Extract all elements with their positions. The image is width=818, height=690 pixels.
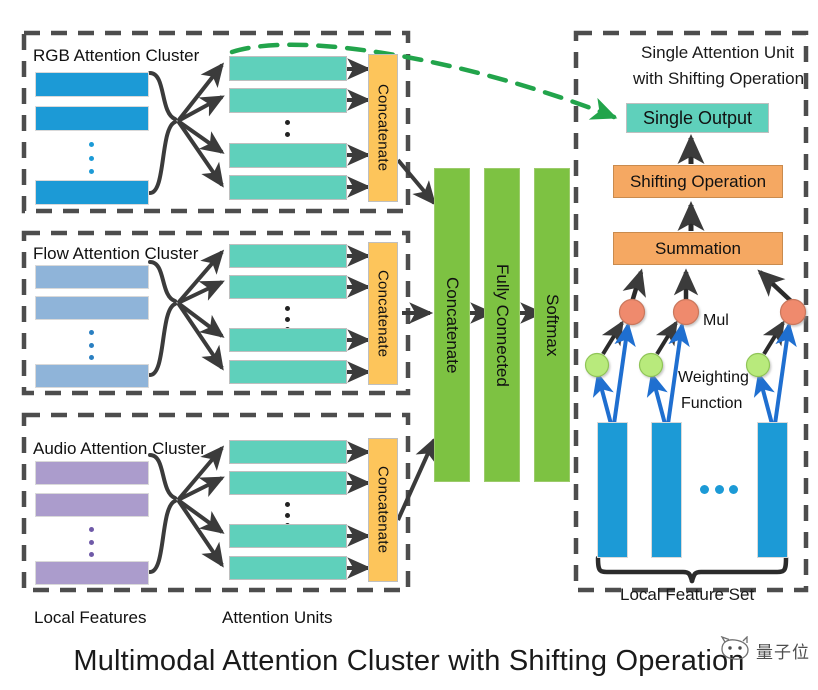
weight-to-mul-arrows bbox=[601, 320, 785, 356]
local-feature-bar bbox=[651, 422, 682, 558]
audio-attention-unit bbox=[229, 556, 347, 580]
mul-label: Mul bbox=[703, 312, 729, 329]
cat-face-logo-icon bbox=[720, 635, 749, 660]
audio-cluster-arrows bbox=[148, 441, 372, 579]
watermark-text: 量子位 bbox=[756, 643, 810, 663]
flow-feature-ellipsis bbox=[89, 330, 94, 360]
middle-stage-softmax: Softmax bbox=[534, 168, 570, 482]
audio-local-feature-bar bbox=[35, 461, 149, 485]
rgb-attention-unit bbox=[229, 175, 347, 200]
local-feature-bar bbox=[757, 422, 788, 558]
rgb-concatenate-block: Concatenate bbox=[368, 54, 398, 202]
weighting-function-label-line2: Function bbox=[681, 395, 743, 412]
rgb-local-feature-bar bbox=[35, 180, 149, 205]
local-feature-set-brace bbox=[595, 555, 789, 584]
rgb-attention-unit bbox=[229, 88, 347, 113]
audio-concatenate-label: Concatenate bbox=[374, 466, 392, 554]
local-feature-set-label: Local Feature Set bbox=[620, 585, 755, 604]
flow-cluster-title: Flow Attention Cluster bbox=[33, 244, 199, 263]
flow-concatenate-label: Concatenate bbox=[374, 269, 392, 358]
rgb-cluster-title: RGB Attention Cluster bbox=[33, 46, 200, 65]
flow-local-feature-bar bbox=[35, 364, 149, 388]
rgb-attention-unit bbox=[229, 143, 347, 168]
rgb-concatenate-label: Concatenate bbox=[374, 84, 392, 172]
right-panel-title-line2: with Shifting Operation bbox=[633, 69, 805, 88]
rgb-cluster-arrows bbox=[148, 58, 372, 198]
cluster-to-middle-arrows bbox=[396, 158, 437, 521]
rgb-attention-unit bbox=[229, 56, 347, 81]
rgb-local-feature-bar bbox=[35, 106, 149, 131]
flow-attention-unit bbox=[229, 244, 347, 268]
shifting-operation-box: Shifting Operation bbox=[613, 165, 783, 198]
audio-attention-unit bbox=[229, 524, 347, 548]
audio-attention-unit bbox=[229, 440, 347, 464]
flow-cluster-arrows bbox=[148, 245, 372, 383]
middle-stage-fully-connected: Fully Connected bbox=[484, 168, 520, 482]
middle-stage-fully-connected-label: Fully Connected bbox=[493, 263, 512, 387]
flow-attention-unit bbox=[229, 328, 347, 352]
audio-cluster-title: Audio Attention Cluster bbox=[33, 439, 206, 458]
middle-stage-softmax-label: Softmax bbox=[543, 293, 562, 357]
flow-local-feature-bar bbox=[35, 265, 149, 289]
weighting-function-label-line1: Weighting bbox=[678, 369, 749, 386]
local-feature-ellipsis bbox=[700, 485, 738, 494]
rgb-feature-ellipsis bbox=[89, 142, 94, 174]
audio-attention-unit bbox=[229, 471, 347, 495]
figure-canvas: RGB Attention Cluster Concatenate Flow A… bbox=[0, 0, 818, 690]
middle-stage-concatenate: Concatenate bbox=[434, 168, 470, 482]
watermark: 量子位 bbox=[716, 635, 812, 670]
audio-local-feature-bar bbox=[35, 493, 149, 517]
audio-feature-ellipsis bbox=[89, 527, 94, 557]
flow-attention-unit bbox=[229, 360, 347, 384]
middle-stage-concatenate-label: Concatenate bbox=[443, 276, 462, 374]
rgb-local-feature-bar bbox=[35, 72, 149, 97]
right-panel-title-line1: Single Attention Unit bbox=[641, 43, 795, 62]
single-output-box: Single Output bbox=[626, 103, 769, 133]
flow-attention-unit bbox=[229, 275, 347, 299]
flow-concatenate-block: Concatenate bbox=[368, 242, 398, 385]
attention-units-label: Attention Units bbox=[222, 608, 333, 627]
local-features-label: Local Features bbox=[34, 608, 147, 627]
mul-to-summation-arrows bbox=[622, 268, 794, 304]
flow-local-feature-bar bbox=[35, 296, 149, 320]
local-feature-bar bbox=[597, 422, 628, 558]
summation-box: Summation bbox=[613, 232, 783, 265]
figure-caption: Multimodal Attention Cluster with Shifti… bbox=[73, 645, 745, 677]
audio-concatenate-block: Concatenate bbox=[368, 438, 398, 582]
audio-local-feature-bar bbox=[35, 561, 149, 585]
